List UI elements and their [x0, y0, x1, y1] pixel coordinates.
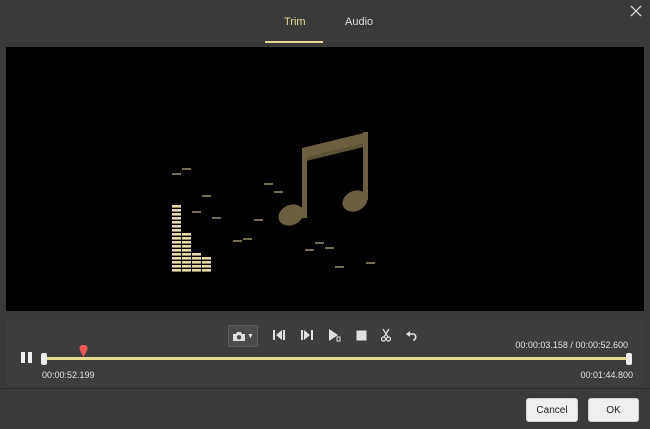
trim-timeline-track[interactable]: [44, 357, 630, 360]
active-tab-indicator: [265, 41, 323, 43]
playback-time-readout: 00:00:03.158 / 00:00:52.600: [515, 340, 628, 350]
ok-button[interactable]: OK: [588, 398, 639, 422]
stop-icon[interactable]: [354, 325, 368, 345]
chevron-down-icon: ▼: [247, 332, 254, 340]
trim-start-time: 00:00:52.199: [42, 370, 95, 380]
current-time: 00:00:03.158: [515, 340, 568, 350]
tab-audio[interactable]: Audio: [345, 16, 373, 28]
total-time: 00:00:52.600: [575, 340, 628, 350]
music-note-equalizer-icon: [172, 132, 375, 272]
undo-icon[interactable]: [404, 325, 420, 345]
play-segment-icon[interactable]: [326, 325, 342, 345]
tab-trim[interactable]: Trim: [284, 16, 306, 28]
floating-dashes: [172, 168, 375, 268]
cancel-button[interactable]: Cancel: [526, 398, 578, 422]
time-separator: /: [570, 340, 573, 350]
footer-divider: [0, 388, 650, 389]
trim-start-handle[interactable]: [41, 353, 47, 365]
camera-snapshot-icon[interactable]: ▼: [228, 325, 258, 347]
equalizer-bars: [172, 205, 211, 272]
previous-frame-icon[interactable]: [271, 325, 287, 345]
music-note: [278, 132, 368, 226]
trim-end-time: 00:01:44.800: [580, 370, 633, 380]
titlebar: [0, 0, 650, 46]
next-frame-icon[interactable]: [299, 325, 315, 345]
playhead-marker-icon[interactable]: [79, 344, 88, 357]
close-icon[interactable]: [630, 4, 642, 17]
scissors-icon[interactable]: [379, 325, 393, 345]
video-preview: [6, 47, 644, 311]
trim-end-handle[interactable]: [626, 353, 632, 365]
pause-icon[interactable]: [21, 352, 35, 364]
